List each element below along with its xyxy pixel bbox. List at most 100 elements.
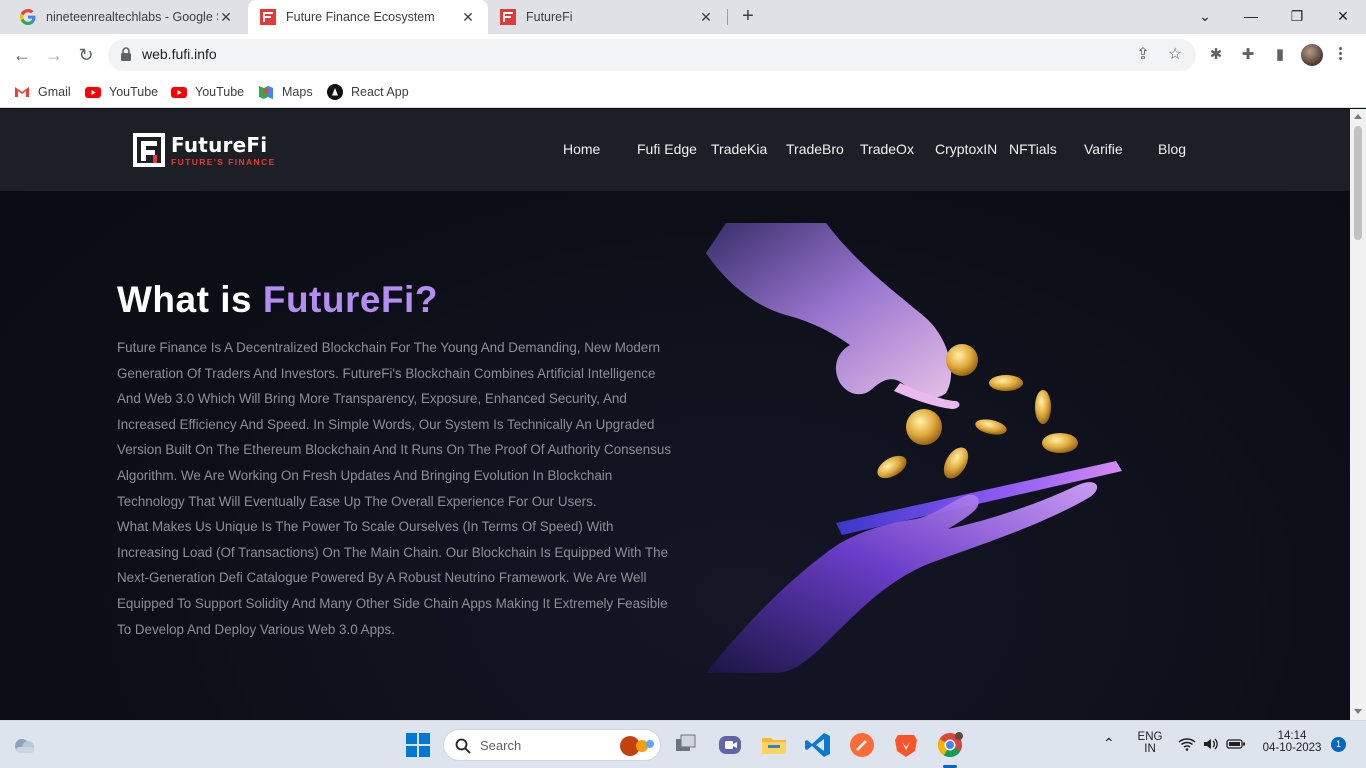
page-scrollbar[interactable]	[1350, 109, 1366, 720]
bookmark-label: Maps	[282, 85, 313, 99]
scroll-down-arrow-icon[interactable]	[1354, 709, 1362, 714]
hero-description: Future Finance Is A Decentralized Blockc…	[117, 335, 677, 642]
maps-icon	[259, 86, 273, 99]
windows-taskbar: Search ⌃ ENG IN 14:14 04-10-2023 1	[0, 720, 1366, 768]
tab-title: Future Finance Ecosystem	[286, 10, 435, 24]
nav-tradekia[interactable]: TradeKia	[711, 141, 767, 157]
weather-cloud-icon[interactable]	[10, 731, 38, 759]
close-tab-icon[interactable]: ✕	[698, 9, 714, 26]
scroll-up-arrow-icon[interactable]	[1354, 114, 1362, 119]
brave-browser-icon[interactable]	[892, 731, 920, 759]
close-tab-icon[interactable]: ✕	[218, 9, 234, 26]
extension-bug-icon[interactable]: ✱	[1206, 45, 1226, 65]
teams-chat-icon[interactable]	[716, 731, 744, 759]
nav-tradeox[interactable]: TradeOx	[860, 141, 914, 157]
tab-separator	[727, 9, 728, 25]
extensions-puzzle-icon[interactable]: ✚	[1238, 45, 1258, 65]
close-window-button[interactable]: ✕	[1320, 0, 1366, 34]
nav-fufi-edge[interactable]: Fufi Edge	[637, 141, 697, 157]
logo-tagline: FUTURE'S FINANCE	[171, 156, 276, 167]
futurefi-logo[interactable]: FutureFi FUTURE'S FINANCE	[133, 133, 276, 167]
share-icon[interactable]: ⇪	[1134, 46, 1152, 64]
tab-google-search[interactable]: nineteenrealtechlabs - Google S ✕	[8, 0, 246, 34]
url-text[interactable]: web.fufi.info	[142, 46, 217, 62]
language-code: ENG	[1137, 731, 1163, 743]
react-icon	[327, 84, 343, 100]
bookmark-react-app[interactable]: React App	[327, 82, 409, 102]
clock-time: 14:14	[1277, 730, 1307, 742]
tab-search-icon[interactable]: ⌄	[1182, 0, 1228, 34]
search-highlight-icon	[620, 736, 654, 756]
task-view-icon[interactable]	[672, 731, 700, 759]
side-panel-icon[interactable]: ▮	[1270, 45, 1290, 65]
logo-name: FutureFi	[171, 132, 268, 157]
tab-futurefi[interactable]: FutureFi ✕	[488, 0, 726, 34]
youtube-icon	[171, 87, 187, 98]
hero-title: What is FutureFi?	[117, 279, 438, 321]
nav-blog[interactable]: Blog	[1158, 141, 1186, 157]
forward-button[interactable]: →	[42, 43, 66, 67]
bookmark-maps[interactable]: Maps	[258, 82, 313, 102]
bookmark-star-icon[interactable]: ☆	[1166, 46, 1184, 64]
tab-future-finance[interactable]: Future Finance Ecosystem ✕	[248, 0, 488, 34]
back-button[interactable]: ←	[10, 43, 34, 67]
search-label: Search	[480, 738, 522, 753]
postman-icon[interactable]	[848, 731, 876, 759]
bookmark-label: Gmail	[38, 85, 71, 99]
volume-icon[interactable]	[1202, 735, 1220, 753]
futurefi-favicon	[260, 9, 276, 25]
hero-paragraph: What Makes Us Unique Is The Power To Sca…	[117, 519, 669, 637]
language-indicator[interactable]: ENG IN	[1134, 731, 1166, 755]
browser-toolbar: ← → ↻ web.fufi.info ⇪ ☆ ✱ ✚ ▮	[0, 34, 1366, 76]
nav-varifie[interactable]: Varifie	[1084, 141, 1123, 157]
gmail-icon	[15, 87, 29, 97]
search-icon	[455, 738, 471, 754]
bookmark-youtube[interactable]: YouTube	[85, 82, 158, 102]
windows-start-icon[interactable]	[404, 731, 432, 759]
site-header: FutureFi FUTURE'S FINANCE Home Fufi Edge…	[0, 109, 1350, 191]
reload-button[interactable]: ↻	[74, 43, 98, 67]
bookmark-gmail[interactable]: Gmail	[14, 82, 71, 102]
nav-home[interactable]: Home	[563, 141, 600, 157]
scrollbar-thumb[interactable]	[1354, 126, 1362, 240]
futurefi-favicon	[500, 9, 516, 25]
browser-tab-strip: nineteenrealtechlabs - Google S ✕ Future…	[0, 0, 1366, 34]
close-tab-icon[interactable]: ✕	[460, 9, 476, 26]
taskbar-search-box[interactable]: Search	[443, 729, 661, 761]
battery-icon[interactable]	[1226, 735, 1246, 753]
nav-nftials[interactable]: NFTials	[1009, 141, 1057, 157]
wifi-icon[interactable]	[1178, 735, 1196, 753]
hero-title-accent: FutureFi?	[262, 279, 438, 320]
bookmarks-bar: Gmail YouTube YouTube Maps React App	[0, 76, 1366, 108]
bookmark-label: React App	[351, 85, 409, 99]
show-hidden-icons-chevron-icon[interactable]: ⌃	[1103, 735, 1115, 752]
address-bar[interactable]: web.fufi.info ⇪ ☆	[108, 39, 1196, 71]
bookmark-label: YouTube	[109, 85, 159, 99]
profile-avatar[interactable]	[1301, 44, 1323, 66]
system-clock[interactable]: 14:14 04-10-2023	[1256, 730, 1328, 754]
nav-tradebro[interactable]: TradeBro	[786, 141, 844, 157]
vscode-icon[interactable]	[804, 731, 832, 759]
google-icon	[20, 9, 36, 25]
file-explorer-icon[interactable]	[760, 731, 788, 759]
notification-badge[interactable]: 1	[1331, 737, 1346, 752]
chrome-browser-icon[interactable]	[936, 731, 964, 759]
youtube-icon	[85, 87, 101, 98]
clock-date: 04-10-2023	[1262, 742, 1322, 754]
chrome-menu-icon[interactable]	[1336, 45, 1344, 65]
futurefi-logo-mark-icon	[133, 133, 165, 167]
page-viewport: FutureFi FUTURE'S FINANCE Home Fufi Edge…	[0, 109, 1350, 720]
hero-paragraph: Future Finance Is A Decentralized Blockc…	[117, 340, 672, 509]
hands-coins-illustration	[706, 223, 1122, 673]
tab-title: nineteenrealtechlabs - Google S	[46, 10, 218, 24]
nav-cryptoxin[interactable]: CryptoxIN	[935, 141, 997, 157]
tab-title: FutureFi	[526, 10, 573, 24]
new-tab-button[interactable]: +	[736, 5, 760, 29]
minimize-button[interactable]: —	[1228, 0, 1274, 34]
hero-title-prefix: What is	[117, 279, 263, 320]
bookmark-label: YouTube	[195, 85, 245, 99]
bookmark-youtube[interactable]: YouTube	[171, 82, 244, 102]
region-code: IN	[1144, 743, 1156, 755]
lock-icon[interactable]	[120, 47, 132, 61]
restore-button[interactable]: ❐	[1274, 0, 1320, 34]
